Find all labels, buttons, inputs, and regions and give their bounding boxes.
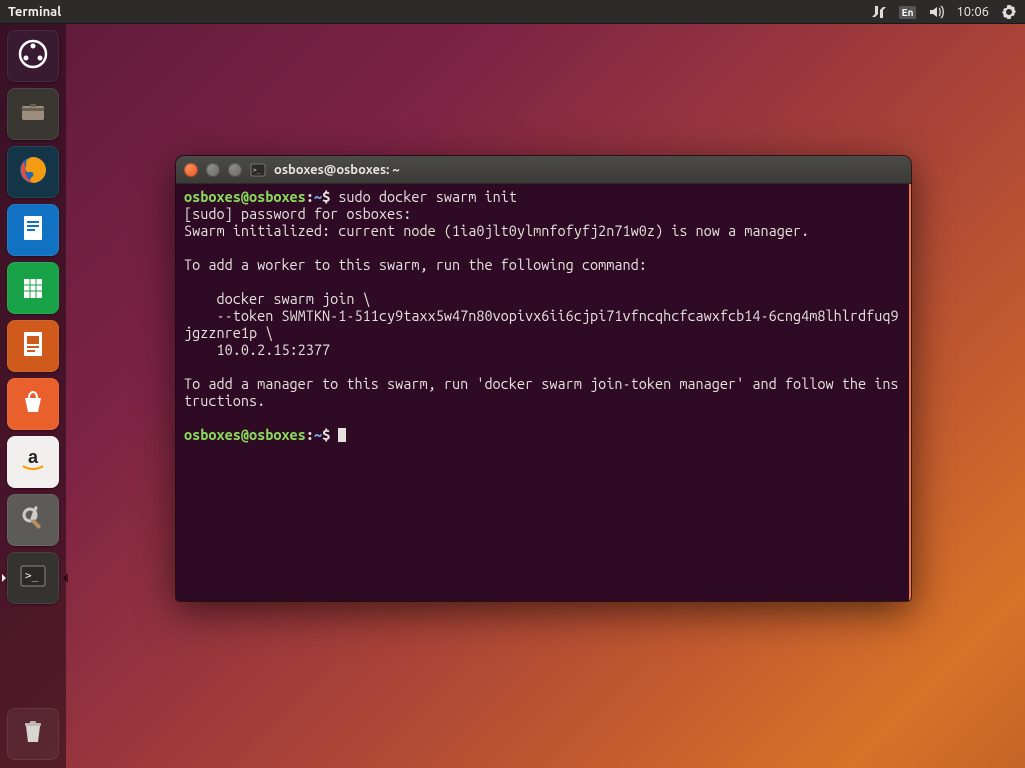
window-title: osboxes@osboxes: ~ [274,163,400,177]
terminal-line: osboxes@osboxes:~$ sudo docker swarm ini… [184,188,901,205]
terminal-icon[interactable]: >_ [7,552,59,604]
running-indicator-icon [2,574,6,582]
dash-icon[interactable] [7,30,59,82]
prompt-path: ~ [314,188,322,205]
terminal-line: --token SWMTKN-1-511cy9taxx5w47n80vopivx… [184,307,901,341]
terminal-line [184,273,901,290]
window-titlebar[interactable]: >_ osboxes@osboxes: ~ [176,156,911,184]
prompt-sep: : [306,188,314,205]
software-icon[interactable] [7,378,59,430]
terminal-line: [sudo] password for osboxes: [184,205,901,222]
calc-icon[interactable] [7,262,59,314]
terminal-line: osboxes@osboxes:~$ [184,426,901,443]
prompt-user: osboxes@osboxes [184,188,306,205]
prompt-user: osboxes@osboxes [184,426,306,443]
unity-launcher: a >_ [0,24,66,768]
terminal-line [184,358,901,375]
terminal-line: To add a worker to this swarm, run the f… [184,256,901,273]
svg-text:>_: >_ [253,167,261,174]
terminal-line [184,409,901,426]
terminal-window: >_ osboxes@osboxes: ~ osboxes@osboxes:~$… [176,156,911,601]
prompt-path: ~ [314,426,322,443]
amazon-icon[interactable]: a [7,436,59,488]
window-minimize-button[interactable] [206,163,220,177]
prompt-dollar: $ [322,426,338,443]
gear-icon[interactable] [1001,4,1017,20]
prompt-dollar: $ [322,188,338,205]
clock[interactable]: 10:06 [956,5,989,19]
terminal-line: docker swarm join \ [184,290,901,307]
svg-text:a: a [28,447,39,467]
system-tray: En 10:06 [871,4,1017,20]
terminal-line: 10.0.2.15:2377 [184,341,901,358]
terminal-titlebar-icon: >_ [250,162,266,178]
top-menu-bar: Terminal En 10:06 [0,0,1025,24]
impress-icon[interactable] [7,320,59,372]
writer-icon[interactable] [7,204,59,256]
cursor [338,428,346,442]
terminal-content[interactable]: osboxes@osboxes:~$ sudo docker swarm ini… [176,184,911,601]
settings-icon[interactable] [7,494,59,546]
window-maximize-button[interactable] [228,163,242,177]
active-app-title: Terminal [8,5,61,19]
terminal-line: To add a manager to this swarm, run 'doc… [184,375,901,409]
svg-text:>_: >_ [25,569,39,582]
window-close-button[interactable] [184,163,198,177]
trash-icon[interactable] [7,708,59,760]
prompt-sep: : [306,426,314,443]
terminal-line: Swarm initialized: current node (1ia0jlt… [184,222,901,239]
firefox-icon[interactable] [7,146,59,198]
files-icon[interactable] [7,88,59,140]
network-icon[interactable] [871,4,887,20]
command-text: sudo docker swarm init [338,188,517,205]
keyboard-language-indicator[interactable]: En [899,6,917,19]
volume-icon[interactable] [928,4,944,20]
terminal-line [184,239,901,256]
